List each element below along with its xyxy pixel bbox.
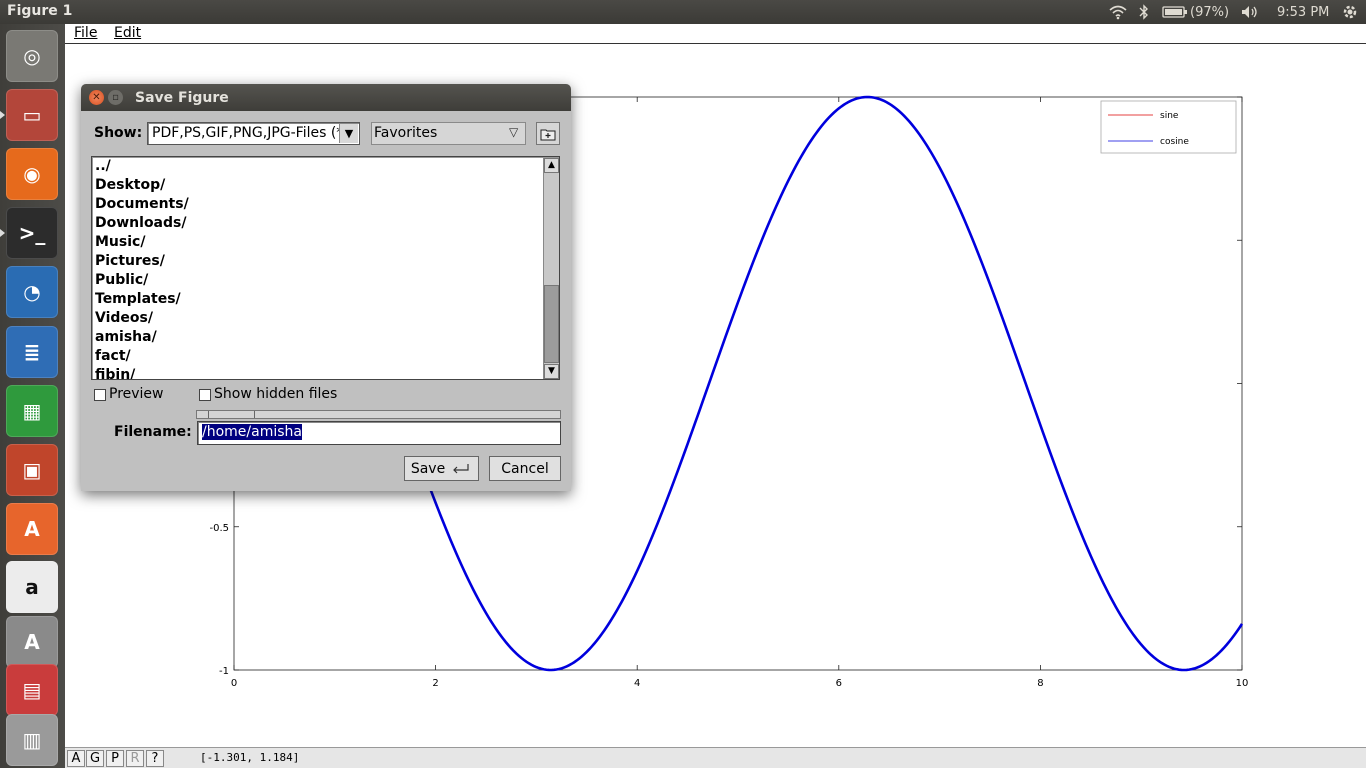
show-label: Show: bbox=[94, 125, 143, 141]
show-hidden-checkbox[interactable] bbox=[199, 389, 211, 401]
coordinate-readout: [-1.301, 1.184] bbox=[200, 751, 300, 764]
file-list-item[interactable]: fact/ bbox=[95, 347, 131, 366]
bluetooth-icon[interactable] bbox=[1139, 0, 1149, 24]
terminal-icon[interactable]: >_ bbox=[6, 207, 58, 259]
trash-icon[interactable]: ▥ bbox=[6, 714, 58, 766]
scroll-up-arrow-icon[interactable]: ▲ bbox=[544, 158, 559, 173]
libreoffice-calc-icon[interactable]: ▦ bbox=[6, 385, 58, 437]
pan-button[interactable]: P bbox=[106, 750, 124, 767]
x-tick-label: 4 bbox=[634, 678, 640, 689]
new-folder-icon bbox=[540, 129, 556, 140]
top-panel: Figure 1 (97%) 9:53 PM bbox=[0, 0, 1366, 24]
splitter-grip bbox=[208, 411, 209, 418]
ubuntu-dash-icon[interactable]: ◎ bbox=[6, 30, 58, 82]
filename-label: Filename: bbox=[114, 424, 192, 440]
menu-file-label: File bbox=[74, 25, 98, 41]
software-center-icon[interactable]: A bbox=[6, 503, 58, 555]
x-tick-label: 10 bbox=[1236, 678, 1249, 689]
x-tick-label: 2 bbox=[432, 678, 438, 689]
filter-select[interactable]: PDF,PS,GIF,PNG,JPG-Files (* bbox=[147, 122, 360, 145]
dialog-title: Save Figure bbox=[135, 90, 229, 106]
cancel-button-label: Cancel bbox=[501, 460, 549, 477]
file-list-item[interactable]: Public/ bbox=[95, 271, 148, 290]
file-list-item[interactable]: fibin/ bbox=[95, 366, 135, 379]
file-list-item[interactable]: Videos/ bbox=[95, 309, 153, 328]
volume-icon[interactable] bbox=[1240, 0, 1260, 24]
firefox-icon[interactable]: ◉ bbox=[6, 148, 58, 200]
battery-percent: (97%) bbox=[1190, 4, 1230, 20]
filename-input[interactable]: /home/amisha bbox=[197, 421, 561, 445]
legend-label-sine: sine bbox=[1160, 111, 1179, 121]
favorites-menu[interactable]: Favorites bbox=[371, 122, 526, 145]
file-list-item[interactable]: amisha/ bbox=[95, 328, 157, 347]
close-icon[interactable]: ✕ bbox=[89, 90, 104, 105]
save-button[interactable]: Save bbox=[404, 456, 479, 481]
file-list-item[interactable]: Desktop/ bbox=[95, 176, 165, 195]
preview-label: Preview bbox=[109, 386, 164, 402]
file-list-item[interactable]: Templates/ bbox=[95, 290, 181, 309]
file-list-item[interactable]: ../ bbox=[95, 157, 111, 176]
menu-edit-label: Edit bbox=[114, 25, 142, 41]
running-indicator bbox=[0, 111, 5, 119]
dialog-titlebar[interactable]: ✕ ▫ Save Figure bbox=[81, 84, 571, 111]
window-title: Figure 1 bbox=[7, 3, 73, 19]
splitter-grip bbox=[254, 411, 255, 418]
x-tick-label: 6 bbox=[836, 678, 842, 689]
launcher: ◎ ▭ ◉ >_ ◔ ≣ ▦ ▣ Aa A ▤ ▥ bbox=[0, 24, 65, 768]
menu-file[interactable]: File bbox=[74, 25, 97, 41]
x-tick-label: 0 bbox=[231, 678, 237, 689]
filename-selected-text: /home/amisha bbox=[202, 424, 302, 440]
libreoffice-impress-icon[interactable]: ▣ bbox=[6, 444, 58, 496]
scroll-down-arrow-icon[interactable]: ▼ bbox=[544, 364, 559, 379]
y-tick-label: -1 bbox=[219, 666, 229, 677]
octave-icon[interactable]: ◔ bbox=[6, 266, 58, 318]
rotate-button[interactable]: R bbox=[126, 750, 144, 767]
y-tick-label: -0.5 bbox=[209, 523, 229, 534]
running-indicator bbox=[0, 229, 5, 237]
preview-checkbox[interactable] bbox=[94, 389, 106, 401]
figure-menubar: File Edit bbox=[65, 24, 1366, 44]
enter-key-icon bbox=[453, 463, 469, 473]
cancel-button[interactable]: Cancel bbox=[489, 456, 561, 481]
wifi-icon[interactable] bbox=[1108, 0, 1128, 24]
chevron-down-icon[interactable]: ▼ bbox=[339, 124, 358, 143]
file-browser-list[interactable]: ../Desktop/Documents/Downloads/Music/Pic… bbox=[91, 156, 560, 380]
workspace-switcher-icon[interactable]: ▤ bbox=[6, 664, 58, 716]
figure-statusbar: A G P R ? [-1.301, 1.184] bbox=[65, 747, 1366, 768]
show-hidden-label: Show hidden files bbox=[214, 386, 338, 402]
new-folder-button[interactable] bbox=[536, 122, 560, 145]
filter-select-value: PDF,PS,GIF,PNG,JPG-Files (* bbox=[152, 125, 344, 141]
battery-icon[interactable] bbox=[1162, 0, 1188, 24]
file-list-item[interactable]: Pictures/ bbox=[95, 252, 165, 271]
menu-edit[interactable]: Edit bbox=[114, 25, 141, 41]
settings-gear-icon[interactable] bbox=[1341, 0, 1359, 24]
update-manager-icon[interactable]: A bbox=[6, 616, 58, 668]
file-list-item[interactable]: Downloads/ bbox=[95, 214, 186, 233]
clock[interactable]: 9:53 PM bbox=[1277, 0, 1329, 24]
help-button[interactable]: ? bbox=[146, 750, 164, 767]
splitter-handle[interactable] bbox=[196, 410, 561, 419]
libreoffice-writer-icon[interactable]: ≣ bbox=[6, 326, 58, 378]
files-icon[interactable]: ▭ bbox=[6, 89, 58, 141]
list-scrollbar[interactable]: ▲ ▼ bbox=[543, 158, 559, 379]
file-list-item[interactable]: Music/ bbox=[95, 233, 145, 252]
legend-label-cosine: cosine bbox=[1160, 137, 1189, 147]
file-list-item[interactable]: Documents/ bbox=[95, 195, 189, 214]
grid-toggle-button[interactable]: G bbox=[86, 750, 104, 767]
triangle-down-icon: ▽ bbox=[509, 125, 519, 139]
maximize-icon[interactable]: ▫ bbox=[108, 90, 123, 105]
favorites-label: Favorites bbox=[374, 125, 438, 141]
amazon-icon[interactable]: a bbox=[6, 561, 58, 613]
save-button-label: Save bbox=[410, 460, 446, 477]
scrollbar-thumb[interactable] bbox=[544, 285, 559, 363]
x-tick-label: 8 bbox=[1037, 678, 1043, 689]
save-figure-dialog: ✕ ▫ Save Figure Show: PDF,PS,GIF,PNG,JPG… bbox=[81, 84, 571, 491]
autoscale-button[interactable]: A bbox=[67, 750, 85, 767]
